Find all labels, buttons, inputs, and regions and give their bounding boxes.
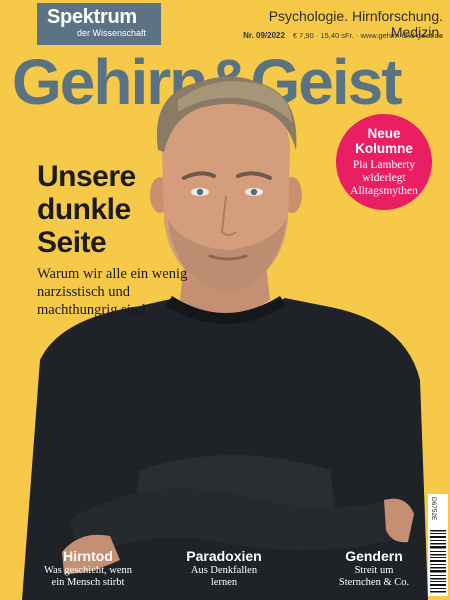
teaser-title: Paradoxien <box>186 548 262 564</box>
teaser-text: Sternchen & Co. <box>338 577 410 588</box>
badge-text-line: Pia Lamberty <box>352 159 416 171</box>
badge-text-line: widerlegt <box>362 172 406 184</box>
badge-title: Neue Kolumne <box>355 126 413 156</box>
headline-line: Seite <box>37 226 107 259</box>
new-column-badge: Neue Kolumne Pia Lamberty widerlegt Allt… <box>336 114 432 210</box>
cover-subheadline: Warum wir alle ein wenig narzisstisch un… <box>37 266 188 318</box>
badge-text: Pia Lamberty widerlegt Alltagsmythen <box>350 159 418 198</box>
teaser-text: Aus Denkfallen <box>190 565 258 576</box>
magazine-cover: Spektrum der Wissenschaft Psychologie. H… <box>0 0 450 600</box>
teaser-text: Streit um <box>354 565 394 576</box>
right-iris <box>250 188 258 196</box>
teaser-text: ein Mensch stirbt <box>51 577 125 588</box>
cover-headline: Unsere dunkle Seite <box>37 160 187 259</box>
headline-line: dunkle <box>37 193 131 226</box>
teaser-text: Was geschieht, wenn <box>43 565 133 576</box>
teaser-paradoxien: Paradoxien Aus Denkfallen lernen <box>172 547 276 589</box>
badge-text-line: Alltagsmythen <box>350 185 418 197</box>
headline-line: Unsere <box>37 160 136 193</box>
badge-title-line: Kolumne <box>355 141 413 156</box>
teaser-gendern: Gendern Streit um Sternchen & Co. <box>322 547 426 589</box>
teaser-text: lernen <box>210 577 238 588</box>
teaser-title: Hirntod <box>63 548 113 564</box>
teaser-title: Gendern <box>345 548 403 564</box>
left-iris <box>196 188 204 196</box>
teaser-hirntod: Hirntod Was geschieht, wenn ein Mensch s… <box>36 547 140 589</box>
barcode-code: D6752E <box>430 497 437 521</box>
badge-title-line: Neue <box>367 126 401 141</box>
